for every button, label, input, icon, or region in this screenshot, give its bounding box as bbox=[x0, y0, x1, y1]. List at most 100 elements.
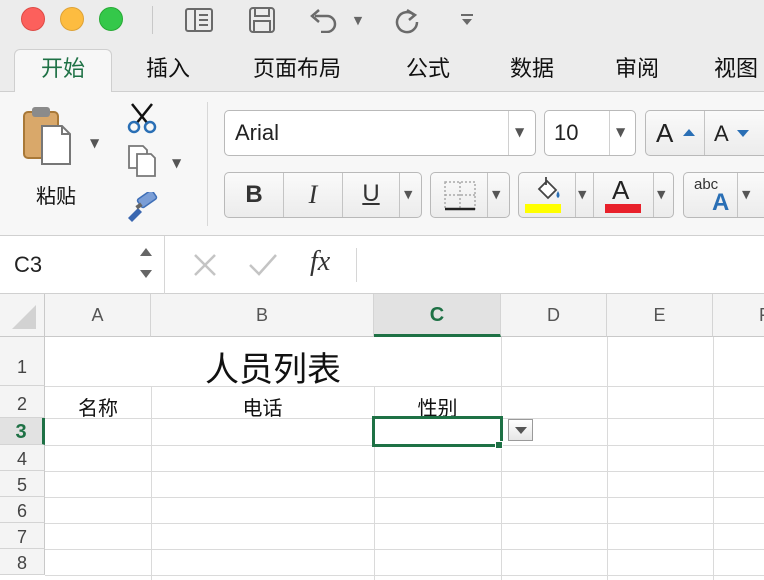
undo-icon[interactable] bbox=[304, 5, 342, 35]
underline-button[interactable]: U bbox=[343, 173, 399, 217]
copy-icon[interactable] bbox=[127, 144, 157, 178]
tab-data[interactable]: 数据 bbox=[492, 50, 572, 92]
gridline bbox=[501, 337, 502, 580]
font-color-button[interactable]: A bbox=[597, 175, 653, 215]
toolbar-divider bbox=[152, 6, 153, 34]
column-header-b[interactable]: B bbox=[151, 294, 374, 337]
chevron-down-icon bbox=[515, 427, 527, 434]
arrow-down-icon bbox=[737, 130, 749, 137]
tab-home[interactable]: 开始 bbox=[14, 49, 112, 93]
row-header-6[interactable]: 6 bbox=[0, 497, 45, 523]
increase-font-size-button[interactable]: A bbox=[654, 117, 700, 151]
tab-insert[interactable]: 插入 bbox=[128, 50, 208, 92]
name-box[interactable]: C3 bbox=[0, 236, 165, 294]
gridline bbox=[501, 386, 764, 387]
gridline bbox=[45, 575, 764, 576]
font-size-select[interactable]: 10 ▼ bbox=[544, 110, 636, 156]
tab-formulas[interactable]: 公式 bbox=[388, 50, 468, 92]
copy-dropdown-icon[interactable]: ▼ bbox=[172, 156, 181, 170]
gridline bbox=[45, 549, 764, 550]
row-header-8[interactable]: 8 bbox=[0, 549, 45, 575]
increase-font-label: A bbox=[656, 118, 674, 148]
column-header-d[interactable]: D bbox=[501, 294, 607, 337]
confirm-formula-icon[interactable] bbox=[246, 250, 280, 280]
paint-bucket-icon bbox=[537, 177, 560, 200]
fill-color-button[interactable] bbox=[523, 175, 575, 215]
paste-label: 粘贴 bbox=[36, 184, 76, 208]
validation-dropdown-button[interactable] bbox=[508, 419, 533, 441]
fill-color-swatch bbox=[525, 204, 561, 213]
color-divider bbox=[575, 173, 576, 217]
insert-function-button[interactable]: fx bbox=[310, 246, 330, 278]
gridline bbox=[45, 471, 764, 472]
borders-icon bbox=[444, 181, 476, 211]
tab-view[interactable]: 视图 bbox=[702, 50, 764, 92]
row-header-3[interactable]: 3 bbox=[0, 418, 45, 445]
paste-dropdown-icon[interactable]: ▼ bbox=[90, 136, 99, 150]
bold-button[interactable]: B bbox=[225, 173, 283, 217]
arrow-up-icon bbox=[683, 129, 695, 136]
row-header-7[interactable]: 7 bbox=[0, 523, 45, 549]
decrease-font-size-button[interactable]: A bbox=[712, 117, 758, 151]
underline-dropdown-icon[interactable]: ▼ bbox=[404, 188, 412, 201]
customize-toolbar-icon[interactable] bbox=[456, 5, 478, 35]
maximize-window-button[interactable] bbox=[99, 7, 123, 31]
name-box-stepper-icon[interactable] bbox=[138, 244, 154, 282]
format-painter-icon[interactable] bbox=[124, 189, 160, 224]
column-header-e[interactable]: E bbox=[607, 294, 713, 337]
font-size-value: 10 bbox=[554, 120, 579, 145]
selected-cell-c3[interactable] bbox=[372, 416, 503, 447]
row-header-4[interactable]: 4 bbox=[0, 445, 45, 471]
cell-b2[interactable]: 电话 bbox=[151, 392, 374, 421]
font-name-value: Arial bbox=[235, 120, 280, 145]
save-icon[interactable] bbox=[244, 5, 280, 35]
font-name-divider bbox=[508, 111, 509, 155]
borders-dropdown-icon[interactable]: ▼ bbox=[492, 188, 500, 201]
minimize-window-button[interactable] bbox=[60, 7, 84, 31]
font-size-adjust-group: A A bbox=[645, 110, 764, 156]
sidebar-toggle-icon[interactable] bbox=[180, 5, 218, 35]
gridline bbox=[607, 337, 608, 580]
column-header-c[interactable]: C bbox=[374, 294, 501, 337]
text-styles-button[interactable]: abc A ▼ bbox=[683, 172, 764, 218]
font-size-divider bbox=[609, 111, 610, 155]
cut-icon[interactable] bbox=[126, 102, 158, 134]
font-adjust-divider bbox=[704, 111, 705, 155]
formula-input[interactable] bbox=[360, 236, 764, 294]
tab-review[interactable]: 审阅 bbox=[597, 50, 677, 92]
text-styles-dropdown-icon[interactable]: ▼ bbox=[742, 188, 750, 201]
cell-a2[interactable]: 名称 bbox=[45, 392, 151, 421]
ribbon-tabs: 开始 插入 页面布局 公式 数据 审阅 视图 bbox=[0, 40, 764, 93]
chevron-down-icon[interactable]: ▼ bbox=[515, 125, 524, 139]
clipboard-icon bbox=[18, 104, 78, 172]
text-style-divider bbox=[737, 173, 738, 217]
formula-bar: C3 fx bbox=[0, 236, 764, 294]
chevron-down-icon[interactable]: ▼ bbox=[616, 125, 625, 139]
row-header-2[interactable]: 2 bbox=[0, 386, 45, 418]
row-header-5[interactable]: 5 bbox=[0, 471, 45, 497]
close-window-button[interactable] bbox=[21, 7, 45, 31]
column-header-a[interactable]: A bbox=[45, 294, 151, 337]
redo-icon[interactable] bbox=[390, 5, 424, 35]
borders-button[interactable]: ▼ bbox=[430, 172, 510, 218]
text-style-letter: A bbox=[712, 189, 730, 216]
cell-title[interactable]: 人员列表 bbox=[45, 342, 501, 391]
fill-color-dropdown-icon[interactable]: ▼ bbox=[578, 188, 586, 201]
style-divider bbox=[399, 173, 400, 217]
undo-dropdown-icon[interactable]: ▼ bbox=[350, 5, 366, 35]
gridline bbox=[713, 337, 714, 580]
ribbon-home: ▼ 粘贴 ▼ Arial ▼ 10 ▼ A A B I U ▼ ▼ ▼ A ▼ … bbox=[0, 92, 764, 236]
font-name-select[interactable]: Arial ▼ bbox=[224, 110, 536, 156]
cancel-formula-icon[interactable] bbox=[190, 250, 220, 280]
borders-divider bbox=[487, 173, 488, 217]
fill-handle[interactable] bbox=[495, 441, 503, 449]
row-header-1[interactable]: 1 bbox=[0, 337, 45, 386]
font-color-dropdown-icon[interactable]: ▼ bbox=[657, 188, 665, 201]
paste-button[interactable] bbox=[18, 104, 78, 168]
select-all-button[interactable] bbox=[0, 294, 45, 337]
font-style-group: B I U ▼ bbox=[224, 172, 422, 218]
italic-button[interactable]: I bbox=[284, 173, 342, 217]
gridline bbox=[45, 523, 764, 524]
column-header-f[interactable]: F bbox=[713, 294, 764, 337]
tab-page-layout[interactable]: 页面布局 bbox=[234, 50, 360, 92]
